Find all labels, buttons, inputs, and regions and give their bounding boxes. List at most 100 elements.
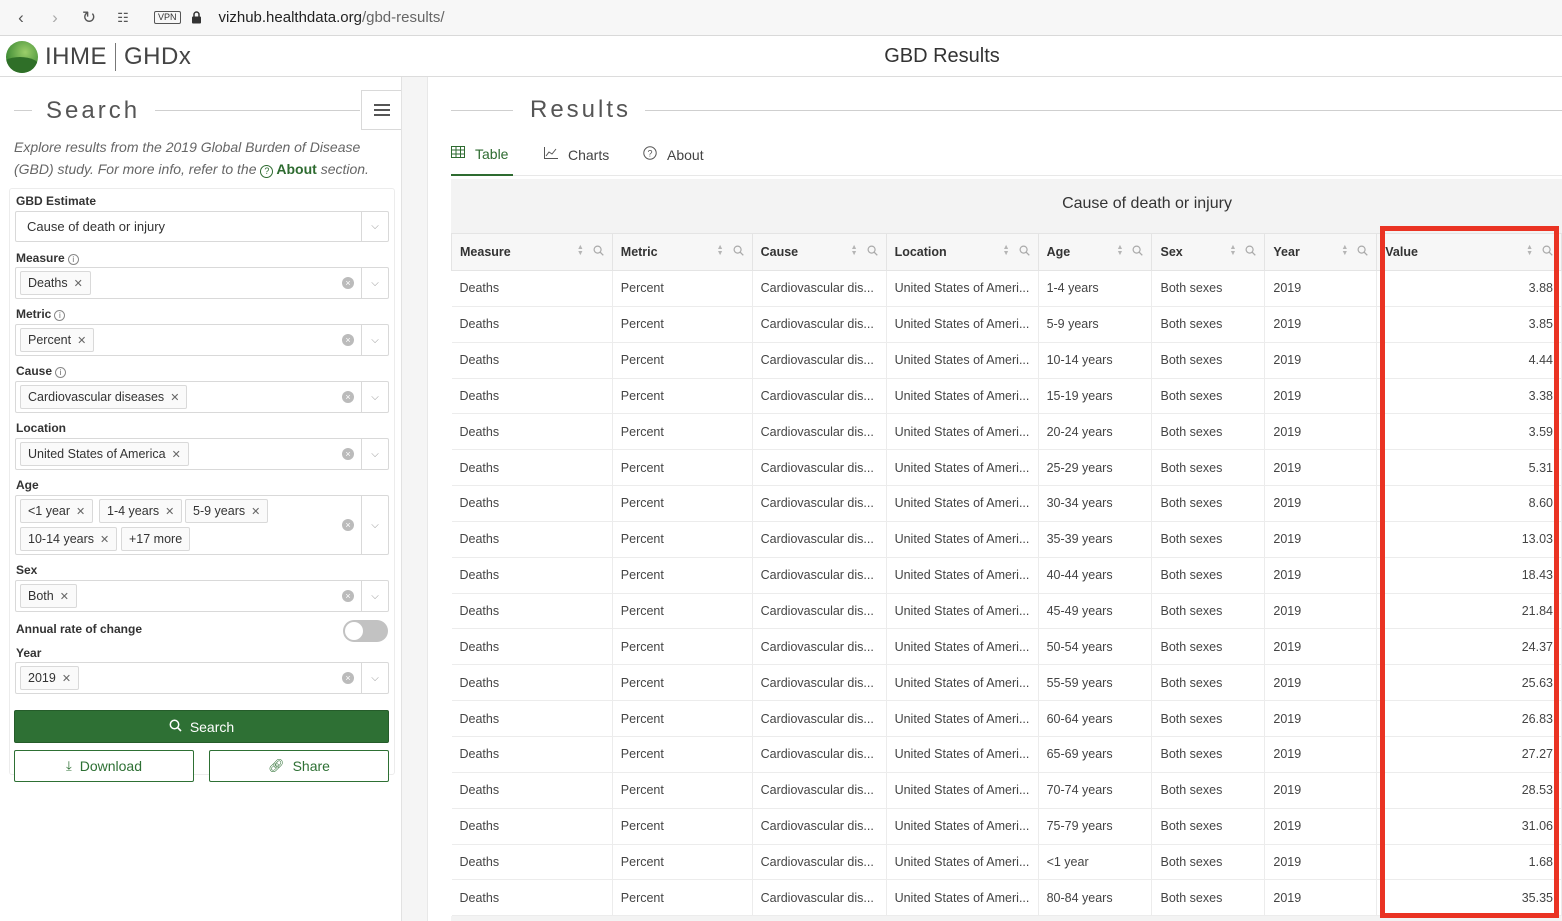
filter-search-icon[interactable] xyxy=(1357,245,1369,259)
sort-icon[interactable]: ▲ ▼ xyxy=(1003,244,1010,257)
table-row[interactable]: Deaths Percent Cardiovascular dis... United… xyxy=(451,378,1562,415)
logo[interactable]: IHME GHDx xyxy=(6,39,191,75)
info-icon[interactable]: i xyxy=(67,254,79,265)
remove-tag-icon[interactable]: ✕ xyxy=(170,392,179,404)
table-row[interactable]: Deaths Percent Cardiovascular dis... United… xyxy=(451,521,1562,558)
share-button[interactable]: 🔗︎ Share xyxy=(209,750,389,782)
cell-sex: Both sexes xyxy=(1151,700,1266,737)
cell-value: 24.37 xyxy=(1376,628,1562,666)
back-icon[interactable]: ‹ xyxy=(4,0,38,36)
search-button[interactable]: Search xyxy=(14,710,389,743)
chevron-down-icon[interactable]: ⌵ xyxy=(361,212,388,241)
sort-icon[interactable]: ▲ ▼ xyxy=(1526,244,1533,257)
chevron-down-icon[interactable]: ⌵ xyxy=(361,382,388,412)
column-header-location[interactable]: Location ▲ ▼ xyxy=(885,233,1039,271)
sort-icon[interactable]: ▲ ▼ xyxy=(851,244,858,257)
chevron-down-icon[interactable]: ⌵ xyxy=(361,581,388,611)
table-row[interactable]: Deaths Percent Cardiovascular dis... United… xyxy=(451,879,1562,917)
remove-tag-icon[interactable]: ✕ xyxy=(76,506,85,518)
filter-search-icon[interactable] xyxy=(1132,245,1144,259)
clear-icon[interactable]: × xyxy=(342,590,354,602)
svg-text:?: ? xyxy=(647,149,652,159)
tabs-grid-icon[interactable]: ☷ xyxy=(106,0,140,36)
filter-search-icon[interactable] xyxy=(1245,245,1257,259)
gbd-estimate-select[interactable]: Cause of death or injury ⌵ xyxy=(15,211,389,242)
table-row[interactable]: Deaths Percent Cardiovascular dis... United… xyxy=(451,413,1562,451)
cause-select[interactable]: Cardiovascular diseases ✕ × ⌵ xyxy=(15,381,389,413)
filter-search-icon[interactable] xyxy=(733,245,744,259)
sort-icon[interactable]: ▲ ▼ xyxy=(717,244,724,257)
sort-icon[interactable]: ▲ ▼ xyxy=(1341,244,1348,257)
chevron-down-icon[interactable]: ⌵ xyxy=(361,268,388,298)
table-row[interactable]: Deaths Percent Cardiovascular dis... United… xyxy=(451,772,1562,809)
sort-icon[interactable]: ▲ ▼ xyxy=(577,244,584,257)
year-select[interactable]: 2019 ✕ × ⌵ xyxy=(15,662,389,694)
table-row[interactable]: Deaths Percent Cardiovascular dis... United… xyxy=(451,844,1562,881)
remove-tag-icon[interactable]: ✕ xyxy=(172,449,181,461)
table-row[interactable]: Deaths Percent Cardiovascular dis... United… xyxy=(451,557,1562,594)
table-row[interactable]: Deaths Percent Cardiovascular dis... United… xyxy=(451,342,1562,379)
clear-icon[interactable]: × xyxy=(342,672,354,684)
chevron-down-icon[interactable]: ⌵ xyxy=(361,496,388,554)
tab-table[interactable]: Table xyxy=(451,133,513,176)
location-select[interactable]: United States of America ✕ × ⌵ xyxy=(15,438,389,470)
chevron-down-icon[interactable]: ⌵ xyxy=(361,663,388,693)
download-button[interactable]: ⤓ Download xyxy=(14,750,194,782)
tab-charts[interactable]: Charts xyxy=(544,133,609,176)
metric-select[interactable]: Percent ✕ × ⌵ xyxy=(15,324,389,356)
remove-tag-icon[interactable]: ✕ xyxy=(100,534,109,546)
info-icon[interactable]: i xyxy=(55,367,67,378)
column-header-metric[interactable]: Metric ▲ ▼ xyxy=(611,233,753,271)
sidebar-divider[interactable] xyxy=(402,77,428,921)
column-header-sex[interactable]: Sex ▲ ▼ xyxy=(1151,233,1266,271)
table-row[interactable]: Deaths Percent Cardiovascular dis... United… xyxy=(451,270,1562,307)
column-header-age[interactable]: Age ▲ ▼ xyxy=(1037,233,1153,271)
chevron-down-icon[interactable]: ⌵ xyxy=(361,325,388,355)
column-header-value[interactable]: Value ▲ ▼ xyxy=(1376,233,1562,271)
age-more-tag[interactable]: +17 more xyxy=(121,527,191,551)
vpn-badge[interactable]: VPN xyxy=(154,11,181,24)
clear-icon[interactable]: × xyxy=(342,277,354,289)
table-row[interactable]: Deaths Percent Cardiovascular dis... United… xyxy=(451,628,1562,666)
table-row[interactable]: Deaths Percent Cardiovascular dis... United… xyxy=(451,593,1562,630)
column-header-year[interactable]: Year ▲ ▼ xyxy=(1264,233,1378,271)
filter-search-icon[interactable] xyxy=(593,245,604,259)
table-row[interactable]: Deaths Percent Cardiovascular dis... United… xyxy=(451,449,1562,487)
tab-about[interactable]: ? About xyxy=(643,133,704,176)
remove-tag-icon[interactable]: ✕ xyxy=(62,673,71,685)
remove-tag-icon[interactable]: ✕ xyxy=(74,278,83,290)
remove-tag-icon[interactable]: ✕ xyxy=(251,506,260,518)
measure-select[interactable]: Deaths ✕ × ⌵ xyxy=(15,267,389,299)
reload-icon[interactable]: ↻ xyxy=(72,0,106,36)
info-icon[interactable]: i xyxy=(54,310,66,321)
filter-search-icon[interactable] xyxy=(867,245,878,259)
column-header-cause[interactable]: Cause ▲ ▼ xyxy=(751,233,887,271)
clear-icon[interactable]: × xyxy=(342,391,354,403)
column-header-measure[interactable]: Measure ▲ ▼ xyxy=(451,233,613,271)
remove-tag-icon[interactable]: ✕ xyxy=(77,335,86,347)
table-row[interactable]: Deaths Percent Cardiovascular dis... United… xyxy=(451,700,1562,737)
annual-rate-toggle[interactable] xyxy=(343,620,388,642)
sort-icon[interactable]: ▲ ▼ xyxy=(1229,244,1236,257)
filter-search-icon[interactable] xyxy=(1019,245,1030,259)
clear-icon[interactable]: × xyxy=(342,334,354,346)
table-row[interactable]: Deaths Percent Cardiovascular dis... United… xyxy=(451,485,1562,522)
address-bar[interactable]: vizhub.healthdata.org/gbd-results/ xyxy=(219,9,445,26)
table-row[interactable]: Deaths Percent Cardiovascular dis... United… xyxy=(451,808,1562,845)
sex-select[interactable]: Both ✕ × ⌵ xyxy=(15,580,389,612)
table-row[interactable]: Deaths Percent Cardiovascular dis... United… xyxy=(451,736,1562,773)
menu-toggle-button[interactable] xyxy=(361,90,401,130)
chevron-down-icon[interactable]: ⌵ xyxy=(361,439,388,469)
clear-icon[interactable]: × xyxy=(342,448,354,460)
table-row[interactable]: Deaths Percent Cardiovascular dis... United… xyxy=(451,664,1562,702)
age-select[interactable]: <1 year ✕ 1-4 years ✕ 5-9 years ✕ 10-14 yea… xyxy=(15,495,389,555)
clear-icon[interactable]: × xyxy=(342,519,354,531)
filter-search-icon[interactable] xyxy=(1542,245,1553,259)
sort-icon[interactable]: ▲ ▼ xyxy=(1117,244,1124,257)
remove-tag-icon[interactable]: ✕ xyxy=(165,506,174,518)
remove-tag-icon[interactable]: ✕ xyxy=(60,591,69,603)
about-link[interactable]: About xyxy=(276,161,316,177)
table-row[interactable]: Deaths Percent Cardiovascular dis... United… xyxy=(451,306,1562,343)
forward-icon[interactable]: › xyxy=(38,0,72,36)
filter-panel: GBD Estimate Cause of death or injury ⌵ … xyxy=(9,188,395,775)
